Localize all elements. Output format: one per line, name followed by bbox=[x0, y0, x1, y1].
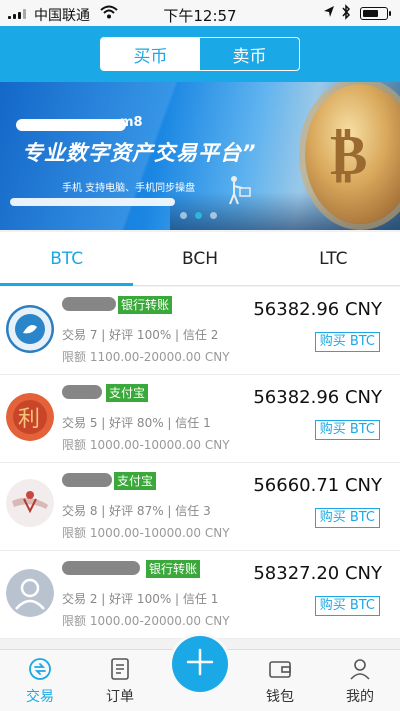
banner-headline: 专业数字资产交易平台” bbox=[22, 141, 257, 165]
trader-stats: 交易 5 | 好评 80% | 信任 1 bbox=[62, 416, 211, 430]
banner-subline: 手机 支持电脑、手机同步操盘 bbox=[62, 183, 196, 194]
redaction-mark bbox=[10, 198, 175, 206]
carousel-dots[interactable] bbox=[180, 212, 217, 219]
payment-badge: 支付宝 bbox=[106, 384, 149, 402]
offer-list: 银行转账 交易 7 | 好评 100% | 信任 2 限额 1100.00-20… bbox=[0, 287, 400, 639]
buy-sell-toggle: 买币 卖币 bbox=[100, 37, 300, 71]
offer-price: 58327.20 CNY bbox=[253, 563, 382, 584]
svg-text:利: 利 bbox=[18, 407, 40, 432]
coin-tabs: BTC BCH LTC bbox=[0, 232, 400, 286]
location-icon bbox=[323, 5, 335, 23]
battery-icon bbox=[360, 7, 391, 20]
payment-badge: 银行转账 bbox=[146, 560, 201, 578]
trade-limit: 限额 1000.00-10000.00 CNY bbox=[62, 526, 230, 540]
offer-price: 56660.71 CNY bbox=[253, 475, 382, 496]
trader-stats: 交易 8 | 好评 87% | 信任 3 bbox=[62, 504, 211, 518]
order-icon bbox=[90, 656, 150, 682]
redaction-mark bbox=[16, 119, 126, 131]
top-header: 买币 卖币 bbox=[0, 26, 400, 82]
buy-btc-button[interactable]: 购买 BTC bbox=[314, 420, 380, 440]
bitcoin-symbol-icon: ₿ bbox=[330, 122, 368, 188]
segment-buy[interactable]: 买币 bbox=[101, 38, 200, 70]
carousel-dot[interactable] bbox=[210, 212, 217, 219]
tab-wallet[interactable]: 钱包 bbox=[250, 656, 310, 706]
offer-price: 56382.96 CNY bbox=[253, 387, 382, 408]
carousel-dot-active[interactable] bbox=[195, 212, 202, 219]
tab-orders[interactable]: 订单 bbox=[90, 656, 150, 706]
tab-label: 我的 bbox=[346, 689, 374, 705]
trader-stats: 交易 2 | 好评 100% | 信任 1 bbox=[62, 592, 219, 606]
exchange-icon bbox=[10, 656, 70, 682]
trade-limit: 限额 1000.00-10000.00 CNY bbox=[62, 438, 230, 452]
redacted-username bbox=[62, 297, 116, 311]
list-item[interactable]: 银行转账 交易 2 | 好评 100% | 信任 1 限额 1000.00-20… bbox=[0, 551, 400, 639]
carousel-dot[interactable] bbox=[180, 212, 187, 219]
wallet-icon bbox=[250, 656, 310, 682]
avatar bbox=[6, 479, 54, 527]
buy-btc-button[interactable]: 购买 BTC bbox=[314, 596, 380, 616]
plus-icon bbox=[185, 647, 215, 681]
add-button[interactable] bbox=[172, 636, 228, 692]
status-bar: 中国联通 下午12:57 bbox=[0, 0, 400, 26]
avatar: 利 bbox=[6, 393, 54, 441]
tab-label: 订单 bbox=[106, 689, 134, 705]
tab-btc[interactable]: BTC bbox=[0, 232, 134, 286]
tab-ltc[interactable]: LTC bbox=[267, 232, 400, 285]
payment-badge: 银行转账 bbox=[118, 296, 173, 314]
promo-banner[interactable]: m8 专业数字资产交易平台” 手机 支持电脑、手机同步操盘 ₿ bbox=[0, 82, 400, 230]
buy-btc-button[interactable]: 购买 BTC bbox=[314, 332, 380, 352]
list-item[interactable]: 支付宝 交易 8 | 好评 87% | 信任 3 限额 1000.00-1000… bbox=[0, 463, 400, 551]
cart-figure-image bbox=[222, 174, 252, 212]
segment-sell[interactable]: 卖币 bbox=[200, 38, 299, 70]
list-item[interactable]: 银行转账 交易 7 | 好评 100% | 信任 2 限额 1100.00-20… bbox=[0, 287, 400, 375]
trade-limit: 限额 1000.00-20000.00 CNY bbox=[62, 614, 230, 628]
tab-label: 交易 bbox=[26, 689, 54, 705]
trader-stats: 交易 7 | 好评 100% | 信任 2 bbox=[62, 328, 219, 342]
redacted-username bbox=[62, 561, 140, 575]
profile-icon bbox=[330, 656, 390, 682]
payment-badge: 支付宝 bbox=[114, 472, 157, 490]
buy-btc-button[interactable]: 购买 BTC bbox=[314, 508, 380, 528]
redacted-username bbox=[62, 385, 102, 399]
banner-brand: m8 bbox=[120, 115, 143, 130]
bluetooth-icon bbox=[341, 4, 351, 24]
offer-price: 56382.96 CNY bbox=[253, 299, 382, 320]
list-item[interactable]: 利 支付宝 交易 5 | 好评 80% | 信任 1 限额 1000.00-10… bbox=[0, 375, 400, 463]
trade-limit: 限额 1100.00-20000.00 CNY bbox=[62, 350, 230, 364]
tab-trade[interactable]: 交易 bbox=[10, 656, 70, 706]
status-time: 下午12:57 bbox=[163, 7, 237, 25]
tab-label: 钱包 bbox=[266, 689, 294, 705]
avatar bbox=[6, 569, 54, 617]
tab-profile[interactable]: 我的 bbox=[330, 656, 390, 706]
avatar bbox=[6, 305, 54, 353]
redacted-username bbox=[62, 473, 112, 487]
tab-bch[interactable]: BCH bbox=[133, 232, 266, 285]
